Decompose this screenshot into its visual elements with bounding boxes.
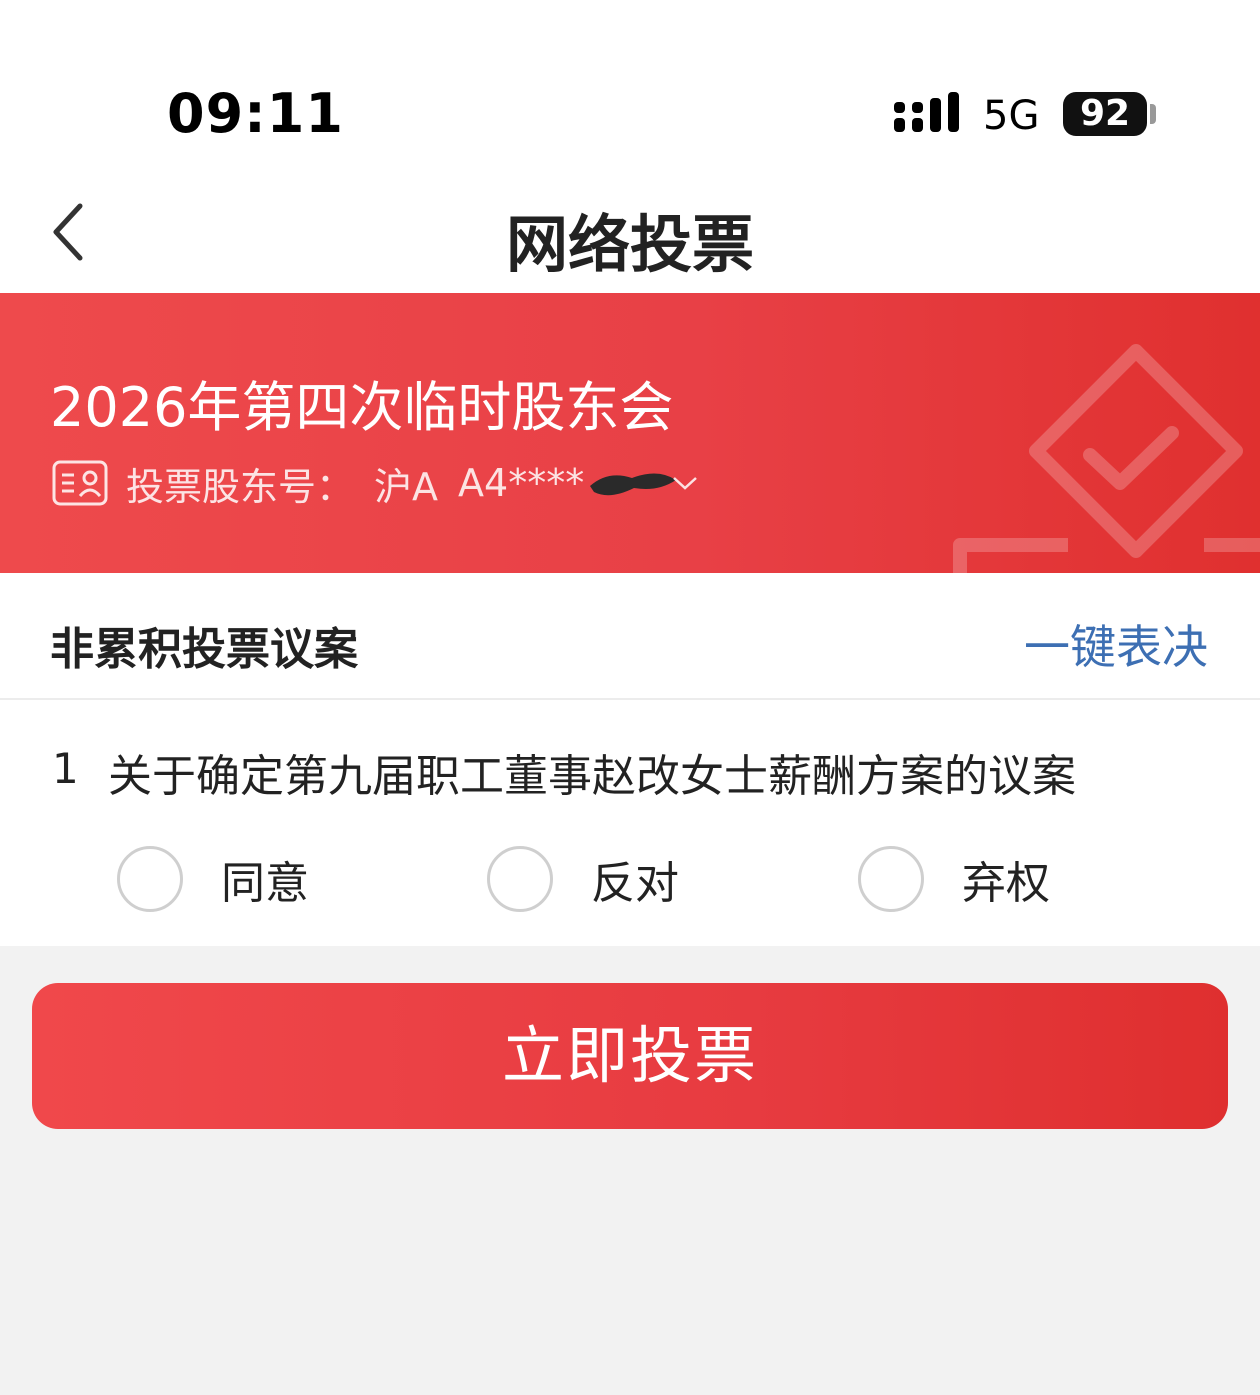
battery-tip (1150, 104, 1156, 124)
redaction-scribble (590, 473, 677, 496)
status-bar: 09:11 5G 92 (0, 0, 1260, 180)
nav-bar: 网络投票 (0, 180, 1260, 293)
status-time: 09:11 (167, 82, 344, 145)
network-type: 5G (983, 93, 1040, 139)
chevron-down-icon[interactable] (672, 474, 698, 492)
battery-level: 92 (1079, 93, 1131, 134)
account-number: A4**** (458, 461, 585, 505)
id-card-icon (52, 460, 108, 506)
radio-oppose[interactable] (487, 846, 553, 912)
proposal-item: 1 关于确定第九届职工董事赵改女士薪酬方案的议案 同意 反对 弃权 (0, 700, 1260, 946)
radio-abstain[interactable] (858, 846, 924, 912)
option-agree[interactable]: 同意 (117, 843, 309, 915)
proposal-title: 关于确定第九届职工董事赵改女士薪酬方案的议案 (108, 751, 1076, 802)
battery-icon: 92 (1063, 92, 1147, 136)
cellular-signal-icon (894, 92, 959, 132)
option-agree-label: 同意 (221, 858, 309, 909)
option-abstain-label: 弃权 (962, 858, 1050, 909)
shareholder-account[interactable]: 投票股东号： 沪A A4**** (52, 459, 698, 509)
account-label: 投票股东号： (126, 464, 355, 509)
option-oppose[interactable]: 反对 (487, 843, 679, 915)
section-title: 非累积投票议案 (50, 624, 358, 675)
option-oppose-label: 反对 (591, 858, 679, 909)
page-title: 网络投票 (505, 208, 754, 281)
one-click-vote-link[interactable]: 一键表决 (1024, 611, 1208, 677)
meeting-banner: 2026年第四次临时股东会 投票股东号： 沪A A4**** (0, 293, 1260, 573)
section-header: 非累积投票议案 一键表决 (0, 573, 1260, 700)
option-abstain[interactable]: 弃权 (858, 843, 1050, 915)
vote-now-button[interactable]: 立即投票 (32, 983, 1228, 1129)
ballot-watermark-icon (953, 344, 1260, 573)
account-market: 沪A (374, 464, 439, 509)
radio-agree[interactable] (117, 846, 183, 912)
meeting-title: 2026年第四次临时股东会 (50, 376, 674, 439)
proposal-index: 1 (52, 744, 79, 793)
